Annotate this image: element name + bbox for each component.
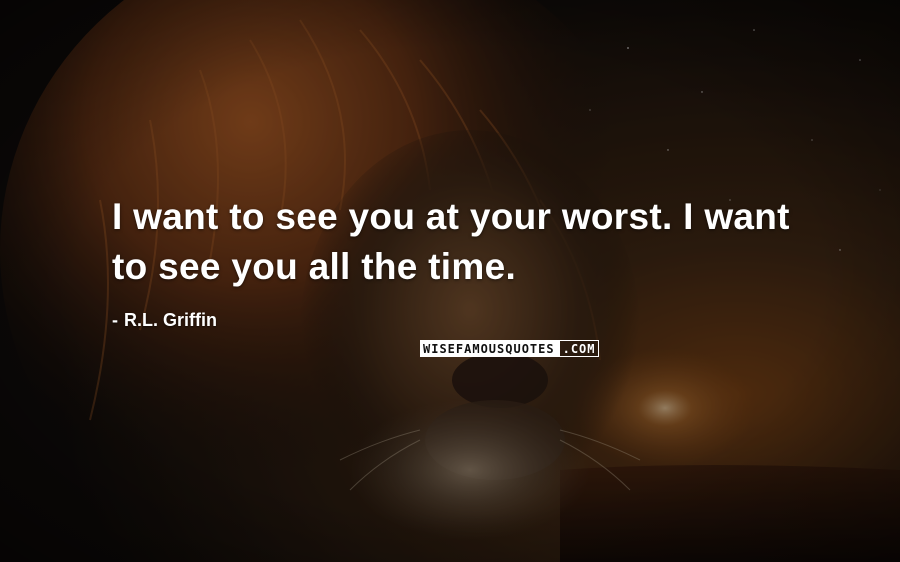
quote-text: I want to see you at your worst. I want …	[112, 196, 790, 287]
author-name: R.L. Griffin	[124, 310, 217, 330]
attribution-dash: -	[112, 310, 118, 330]
watermark-domain: .COM	[558, 340, 599, 357]
quote-card: I want to see you at your worst. I want …	[0, 0, 900, 562]
site-watermark: WISEFAMOUSQUOTES .COM	[420, 340, 599, 357]
quote-attribution: - R.L. Griffin	[112, 308, 217, 332]
watermark-brand: WISEFAMOUSQUOTES	[420, 340, 559, 357]
